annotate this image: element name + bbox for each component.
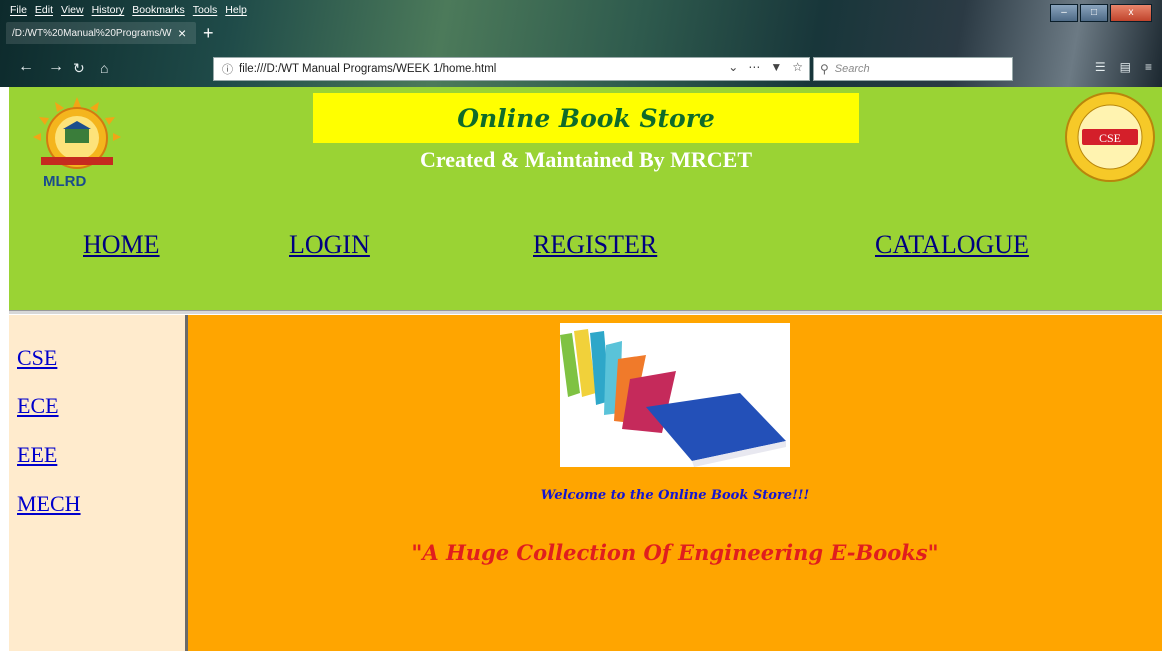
url-text[interactable]: file:///D:/WT Manual Programs/WEEK 1/hom… <box>239 63 496 75</box>
browser-chrome: File Edit View History Bookmarks Tools H… <box>0 0 1162 87</box>
nav-catalogue-link[interactable]: CATALOGUE <box>875 230 1029 260</box>
nav-home-link[interactable]: HOME <box>83 230 160 260</box>
frame-divider[interactable] <box>9 310 1162 314</box>
cse-college-seal: CSE <box>1065 92 1155 182</box>
page-actions-icon[interactable]: ⋯ <box>748 60 760 74</box>
sidebar-link-mech[interactable]: MECH <box>17 491 81 517</box>
sidebar-frame: CSE ECE EEE MECH <box>9 315 188 651</box>
menu-bookmarks[interactable]: Bookmarks <box>132 4 185 16</box>
menu-bar: File Edit View History Bookmarks Tools H… <box>0 0 255 20</box>
mlrd-logo-text: MLRD <box>43 173 87 190</box>
hamburger-menu-icon[interactable]: ≡ <box>1145 60 1152 74</box>
navigation-toolbar: ← → ↻ ⌂ ⓘ file:///D:/WT Manual Programs/… <box>0 55 1162 83</box>
home-icon[interactable]: ⌂ <box>100 60 108 76</box>
sidebar-toggle-icon[interactable]: ▤ <box>1120 60 1131 74</box>
reload-icon[interactable]: ↻ <box>73 60 85 77</box>
sidebar-link-eee[interactable]: EEE <box>17 442 57 468</box>
menu-history[interactable]: History <box>92 4 125 16</box>
browser-tab[interactable]: /D:/WT%20Manual%20Programs/W × <box>6 22 196 44</box>
library-icon[interactable]: ☰ <box>1095 60 1106 74</box>
info-icon[interactable]: ⓘ <box>222 61 233 77</box>
menu-tools[interactable]: Tools <box>193 4 218 16</box>
search-icon: ⚲ <box>820 62 829 76</box>
nav-register-link[interactable]: REGISTER <box>533 230 657 260</box>
site-title: Online Book Store <box>457 103 715 133</box>
cse-seal-text: CSE <box>1099 131 1121 145</box>
tab-close-icon[interactable]: × <box>178 25 186 41</box>
title-box: Online Book Store <box>313 93 859 143</box>
sidebar-link-cse[interactable]: CSE <box>17 345 57 371</box>
welcome-text: Welcome to the Online Book Store!!! <box>540 488 810 503</box>
maximize-button[interactable]: □ <box>1080 4 1108 22</box>
close-button[interactable]: x <box>1110 4 1152 22</box>
search-placeholder[interactable]: Search <box>835 63 870 75</box>
site-subtitle: Created & Maintained By MRCET <box>419 147 753 172</box>
toolbar-right: ☰ ▤ ≡ <box>1081 60 1152 74</box>
new-tab-button[interactable]: + <box>203 23 214 44</box>
search-box[interactable]: ⚲ Search <box>813 57 1013 81</box>
minimize-button[interactable]: – <box>1050 4 1078 22</box>
forward-arrow-icon[interactable]: → <box>48 58 64 76</box>
sidebar-link-ece[interactable]: ECE <box>17 393 59 419</box>
menu-edit[interactable]: Edit <box>35 4 53 16</box>
window-controls: – □ x <box>1048 4 1152 22</box>
tagline-text: "A Huge Collection Of Engineering E-Book… <box>411 540 939 565</box>
address-bar[interactable]: ⓘ file:///D:/WT Manual Programs/WEEK 1/h… <box>213 57 810 81</box>
menu-view[interactable]: View <box>61 4 84 16</box>
pocket-icon[interactable]: ▼ <box>770 60 782 74</box>
books-image <box>560 323 790 467</box>
nav-login-link[interactable]: LOGIN <box>289 230 370 260</box>
tab-title: /D:/WT%20Manual%20Programs/W <box>12 27 172 39</box>
url-actions: ⌄ ⋯ ▼ ☆ <box>718 60 803 74</box>
bookmark-star-icon[interactable]: ☆ <box>792 60 803 74</box>
menu-help[interactable]: Help <box>225 4 247 16</box>
menu-file[interactable]: File <box>10 4 27 16</box>
back-arrow-icon[interactable]: ← <box>18 58 34 76</box>
dropdown-chevron-icon[interactable]: ⌄ <box>728 60 738 74</box>
main-frame: Welcome to the Online Book Store!!! "A H… <box>188 315 1162 651</box>
header-frame: MLRD Online Book Store Created & Maintai… <box>9 87 1162 310</box>
